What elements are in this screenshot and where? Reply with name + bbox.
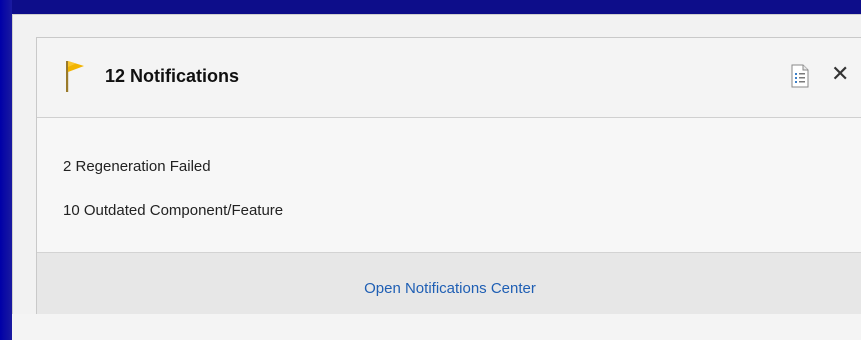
notifications-panel: 12 Notifications ✕ 2 Regeneration Failed…	[12, 14, 861, 340]
desktop-background-left	[0, 0, 12, 340]
notification-item-regeneration[interactable]: 2 Regeneration Failed	[63, 158, 211, 175]
notification-popup: 12 Notifications ✕ 2 Regeneration Failed…	[36, 37, 861, 329]
popup-header: 12 Notifications ✕	[37, 38, 861, 118]
notification-list: 2 Regeneration Failed 10 Outdated Compon…	[37, 118, 861, 252]
panel-bottom-strip	[12, 314, 861, 340]
list-view-icon[interactable]	[790, 64, 810, 88]
flag-icon	[66, 61, 84, 92]
open-notifications-center-link[interactable]: Open Notifications Center	[37, 280, 861, 297]
notification-item-outdated[interactable]: 10 Outdated Component/Feature	[63, 202, 283, 219]
close-icon[interactable]: ✕	[831, 61, 849, 89]
desktop-background-top	[0, 0, 861, 14]
notifications-title: 12 Notifications	[105, 66, 240, 86]
